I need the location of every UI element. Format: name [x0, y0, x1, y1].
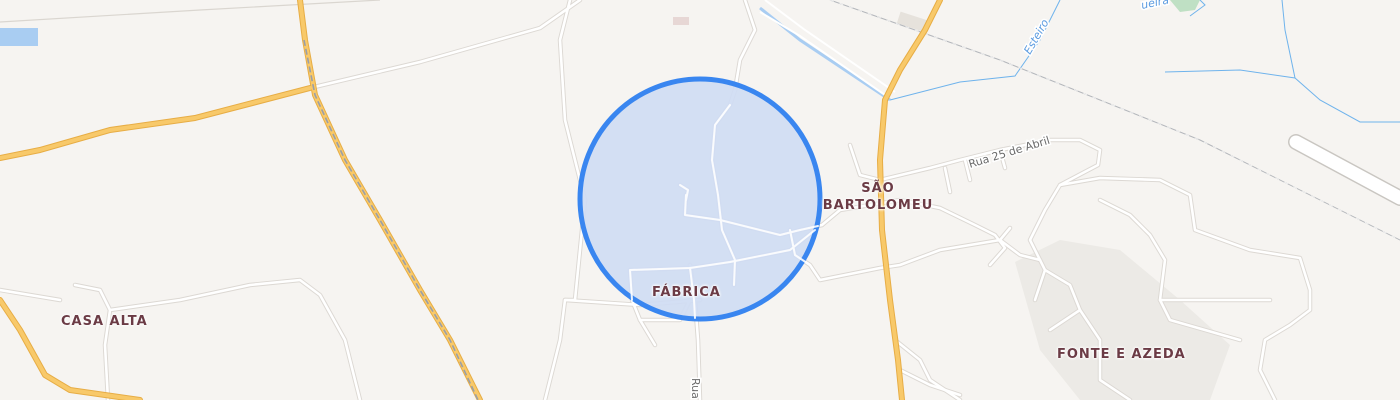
water-body — [0, 28, 38, 46]
street-label-rua-25-de-abril: Rua 25 de Abril — [967, 134, 1051, 171]
street-label-rua: Rua — [689, 378, 702, 399]
place-label-fonte-e-azeda: FONTE E AZEDA — [1057, 347, 1186, 362]
waterways — [889, 0, 1400, 123]
place-label-fabrica: FÁBRICA — [652, 285, 721, 300]
place-label-casa-alta: CASA ALTA — [61, 314, 148, 329]
waterway-label-partial: ueira — [1140, 0, 1170, 12]
boundary-line — [0, 0, 381, 23]
canal-banks — [759, 0, 896, 96]
place-label-sao-bartolomeu: SÃO BARTOLOMEU — [822, 180, 934, 214]
place-label-sao-bartolomeu-line2: BARTOLOMEU — [822, 198, 934, 213]
landuse-area — [1015, 240, 1230, 400]
place-label-sao-bartolomeu-line1: SÃO — [861, 181, 895, 196]
building — [673, 17, 689, 25]
map-canvas[interactable]: Rua 25 de Abril Rua Esteiro ueira CASA A… — [0, 0, 1400, 400]
water-body — [1170, 0, 1200, 12]
map-base-layer: Rua 25 de Abril Rua Esteiro ueira — [0, 0, 1400, 400]
waterway-label-esteiro: Esteiro — [1021, 17, 1051, 57]
airport-runway — [1288, 134, 1400, 206]
search-area-circle — [577, 76, 823, 322]
